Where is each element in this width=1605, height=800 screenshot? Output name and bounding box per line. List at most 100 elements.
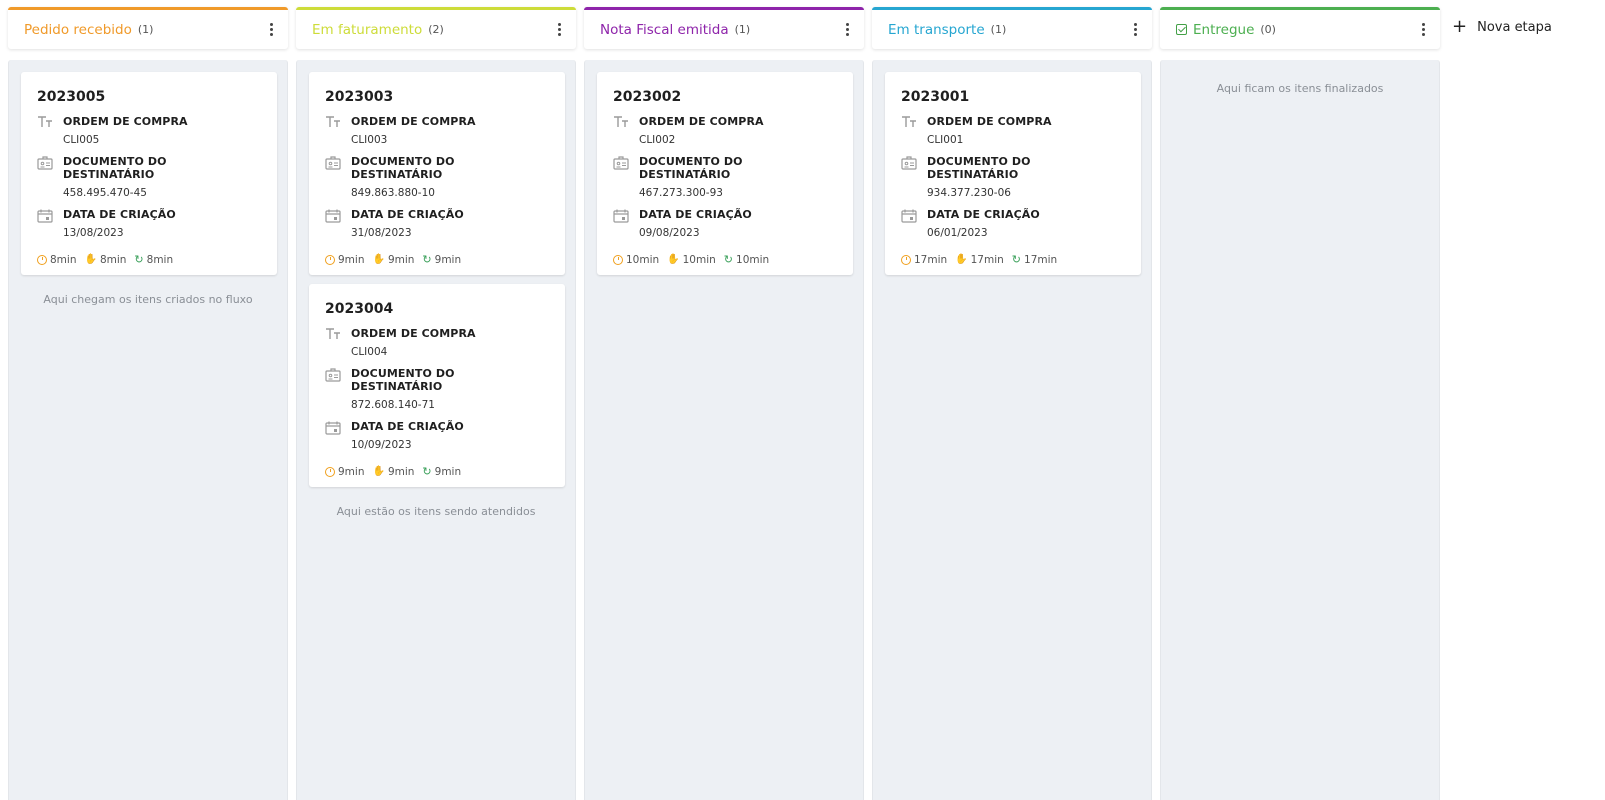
order-field: ORDEM DE COMPRA CLI003 [325, 115, 549, 146]
total-time: 10min [613, 254, 659, 266]
more-vert-icon[interactable] [1126, 23, 1144, 36]
text-format-icon [901, 115, 927, 146]
calendar-icon [613, 208, 639, 239]
order-card[interactable]: 2023005 ORDEM DE COMPRA CLI005 DOCUMENTO… [21, 72, 277, 275]
check-box-icon [1176, 24, 1187, 35]
stage-time: ✋ 10min [667, 254, 716, 266]
column-header: Nota Fiscal emitida (1) [584, 7, 864, 49]
clock-icon [613, 254, 623, 265]
column-body: Aqui ficam os itens finalizados [1160, 60, 1440, 800]
field-label: ORDEM DE COMPRA [639, 115, 764, 128]
stage-time: ✋ 8min [84, 254, 126, 266]
hand-icon: ✋ [955, 254, 968, 265]
date-field: DATA DE CRIAÇÃO 13/08/2023 [37, 208, 261, 239]
timer-value: 9min [338, 253, 365, 266]
total-time: 8min [37, 254, 76, 266]
text-format-icon [37, 115, 63, 146]
field-label: DOCUMENTO DO DESTINATÁRIO [639, 155, 743, 181]
total-time: 17min [901, 254, 947, 266]
card-timers: 9min ✋ 9min ↻ 9min [325, 253, 549, 266]
timer-value: 9min [387, 253, 415, 266]
field-value: 10/09/2023 [351, 439, 412, 451]
update-time: ↻ 8min [134, 253, 173, 266]
field-value: 13/08/2023 [63, 227, 124, 239]
column-note: Aqui estão os itens sendo atendidos [336, 505, 536, 518]
column-header: Entregue (0) [1160, 7, 1440, 49]
id-card-icon [901, 155, 927, 199]
total-time: 9min [325, 254, 364, 266]
id-card-icon [37, 155, 63, 199]
field-label: DATA DE CRIAÇÃO [351, 208, 464, 221]
stage-time: ✋ 9min [372, 254, 414, 266]
order-card[interactable]: 2023004 ORDEM DE COMPRA CLI004 DOCUMENTO… [309, 284, 565, 487]
more-vert-icon[interactable] [550, 23, 568, 36]
card-id: 2023003 [325, 89, 394, 105]
field-label: ORDEM DE COMPRA [63, 115, 188, 128]
date-field: DATA DE CRIAÇÃO 10/09/2023 [325, 420, 549, 451]
stage-time: ✋ 9min [372, 466, 414, 478]
column-body: 2023002 ORDEM DE COMPRA CLI002 DOCUMENTO… [584, 60, 864, 800]
order-card[interactable]: 2023002 ORDEM DE COMPRA CLI002 DOCUMENTO… [597, 72, 853, 275]
order-field: ORDEM DE COMPRA CLI002 [613, 115, 837, 146]
document-field: DOCUMENTO DO DESTINATÁRIO 934.377.230-06 [901, 155, 1125, 199]
field-value: 06/01/2023 [927, 227, 988, 239]
more-vert-icon[interactable] [838, 23, 856, 36]
column-body: 2023001 ORDEM DE COMPRA CLI001 DOCUMENTO… [872, 60, 1152, 800]
field-value: 458.495.470-45 [63, 187, 147, 199]
more-vert-icon[interactable] [1414, 23, 1432, 36]
column-title: Em transporte [888, 21, 985, 38]
timer-value: 10min [736, 253, 770, 266]
column-title: Nota Fiscal emitida [600, 21, 729, 38]
text-format-icon [613, 115, 639, 146]
refresh-icon: ↻ [422, 465, 432, 478]
field-value: CLI002 [639, 134, 676, 146]
total-time: 9min [325, 466, 364, 478]
timer-value: 9min [338, 465, 365, 478]
field-value: 09/08/2023 [639, 227, 700, 239]
field-label: DOCUMENTO DO DESTINATÁRIO [927, 155, 1031, 181]
card-timers: 10min ✋ 10min ↻ 10min [613, 253, 837, 266]
order-field: ORDEM DE COMPRA CLI005 [37, 115, 261, 146]
plus-icon: + [1452, 16, 1468, 37]
document-field: DOCUMENTO DO DESTINATÁRIO 849.863.880-10 [325, 155, 549, 199]
date-field: DATA DE CRIAÇÃO 31/08/2023 [325, 208, 549, 239]
field-value: CLI001 [927, 134, 964, 146]
field-label: ORDEM DE COMPRA [351, 327, 476, 340]
card-timers: 17min ✋ 17min ↻ 17min [901, 253, 1125, 266]
timer-value: 8min [50, 253, 77, 266]
kanban-board: Pedido recebido (1) 2023005 ORDEM DE COMP… [8, 7, 1440, 800]
more-vert-icon[interactable] [262, 23, 280, 36]
field-value: 872.608.140-71 [351, 399, 435, 411]
kanban-column: Em faturamento (2) 2023003 ORDEM DE COMPR… [296, 7, 576, 800]
document-field: DOCUMENTO DO DESTINATÁRIO 872.608.140-71 [325, 367, 549, 411]
card-id: 2023004 [325, 301, 394, 317]
order-card[interactable]: 2023001 ORDEM DE COMPRA CLI001 DOCUMENTO… [885, 72, 1141, 275]
timer-value: 10min [626, 253, 660, 266]
order-card[interactable]: 2023003 ORDEM DE COMPRA CLI003 DOCUMENTO… [309, 72, 565, 275]
column-title: Pedido recebido [24, 21, 132, 38]
column-body: 2023005 ORDEM DE COMPRA CLI005 DOCUMENTO… [8, 60, 288, 800]
calendar-icon [325, 208, 351, 239]
card-timers: 9min ✋ 9min ↻ 9min [325, 465, 549, 478]
timer-value: 9min [434, 253, 462, 266]
field-value: CLI004 [351, 346, 388, 358]
new-stage-button[interactable]: + Nova etapa [1452, 18, 1552, 36]
card-id: 2023002 [613, 89, 682, 105]
update-time: ↻ 10min [724, 253, 769, 266]
field-label: DATA DE CRIAÇÃO [351, 420, 464, 433]
calendar-icon [901, 208, 927, 239]
column-title: Em faturamento [312, 21, 423, 38]
kanban-column: Entregue (0) Aqui ficam os itens finalizad… [1160, 7, 1440, 800]
hand-icon: ✋ [84, 254, 97, 265]
date-field: DATA DE CRIAÇÃO 06/01/2023 [901, 208, 1125, 239]
column-count: (1) [137, 23, 154, 36]
document-field: DOCUMENTO DO DESTINATÁRIO 467.273.300-93 [613, 155, 837, 199]
id-card-icon [325, 155, 351, 199]
id-card-icon [613, 155, 639, 199]
column-body: 2023003 ORDEM DE COMPRA CLI003 DOCUMENTO… [296, 60, 576, 800]
stage-time: ✋ 17min [955, 254, 1004, 266]
new-stage-label: Nova etapa [1477, 19, 1552, 35]
text-format-icon [325, 115, 351, 146]
column-count: (0) [1260, 23, 1276, 36]
field-value: CLI005 [63, 134, 100, 146]
